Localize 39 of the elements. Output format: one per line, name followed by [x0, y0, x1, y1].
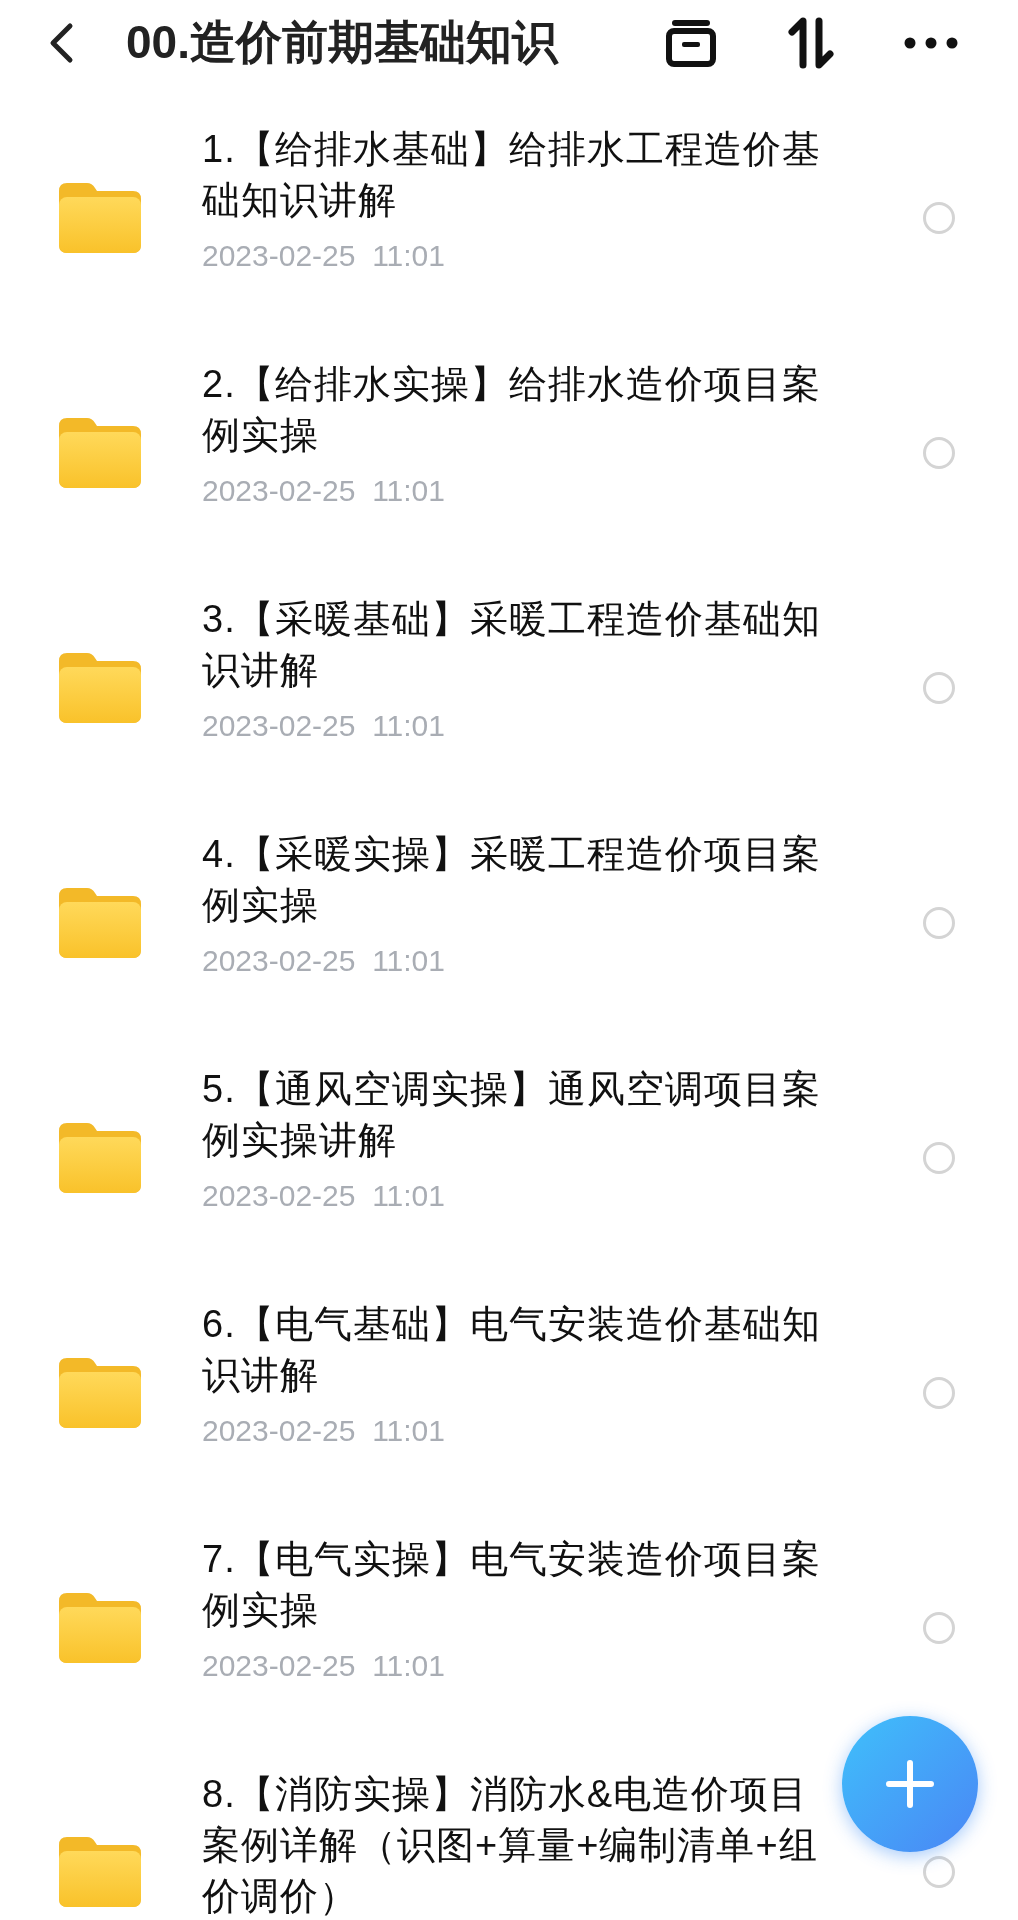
select-radio[interactable]: [923, 906, 955, 939]
modified-date: 2023-02-25 11:01: [202, 1178, 446, 1214]
box-icon: [665, 18, 717, 68]
select-radio[interactable]: [923, 1376, 955, 1409]
more-icon: [904, 37, 958, 49]
folder-icon: [59, 887, 141, 958]
folder-name: 2.【给排水实操】给排水造价项目案例实操: [202, 362, 822, 458]
modified-date: 2023-02-25 11:01: [202, 708, 446, 744]
folder-icon: [59, 1122, 141, 1193]
folder-name: 6.【电气基础】电气安装造价基础知识讲解: [202, 1302, 822, 1398]
folder-icon: [59, 417, 141, 488]
folder-icon: [59, 652, 141, 723]
modified-date: 2023-02-25 11:01: [202, 1413, 446, 1449]
folder-name: 5.【通风空调实操】通风空调项目案例实操讲解: [202, 1067, 822, 1163]
sort-icon: [787, 17, 835, 69]
folder-name: 4.【采暖实操】采暖工程造价项目案例实操: [202, 832, 822, 928]
folder-icon: [59, 1837, 141, 1907]
modified-date: 2023-02-25 11:01: [202, 1648, 446, 1684]
folder-title: 00.造价前期基础知识: [126, 15, 560, 70]
folder-name: 7.【电气实操】电气安装造价项目案例实操: [202, 1537, 822, 1633]
folder-icon: [59, 182, 141, 253]
plus-icon: [885, 1759, 935, 1809]
modified-date: 2023-02-25 11:01: [202, 473, 446, 509]
folder-icon: [59, 1592, 141, 1663]
folder-name: 8.【消防实操】消防水&电造价项目案例详解（识图+算量+编制清单+组价调价）: [202, 1772, 819, 1919]
modified-date: 2023-02-25 11:01: [202, 238, 446, 274]
select-radio[interactable]: [923, 201, 955, 234]
back-icon: [48, 22, 74, 64]
select-radio[interactable]: [923, 1611, 955, 1644]
select-radio[interactable]: [923, 436, 955, 469]
folder-icon: [59, 1357, 141, 1428]
folder-name: 3.【采暖基础】采暖工程造价基础知识讲解: [202, 597, 822, 693]
select-radio[interactable]: [923, 1856, 955, 1888]
modified-date: 2023-02-25 11:01: [202, 943, 446, 979]
select-radio[interactable]: [923, 1141, 955, 1174]
add-button[interactable]: [842, 1716, 978, 1852]
back-button[interactable]: [48, 22, 74, 64]
select-radio[interactable]: [923, 671, 955, 704]
folder-name: 1.【给排水基础】给排水工程造价基础知识讲解: [202, 127, 822, 223]
